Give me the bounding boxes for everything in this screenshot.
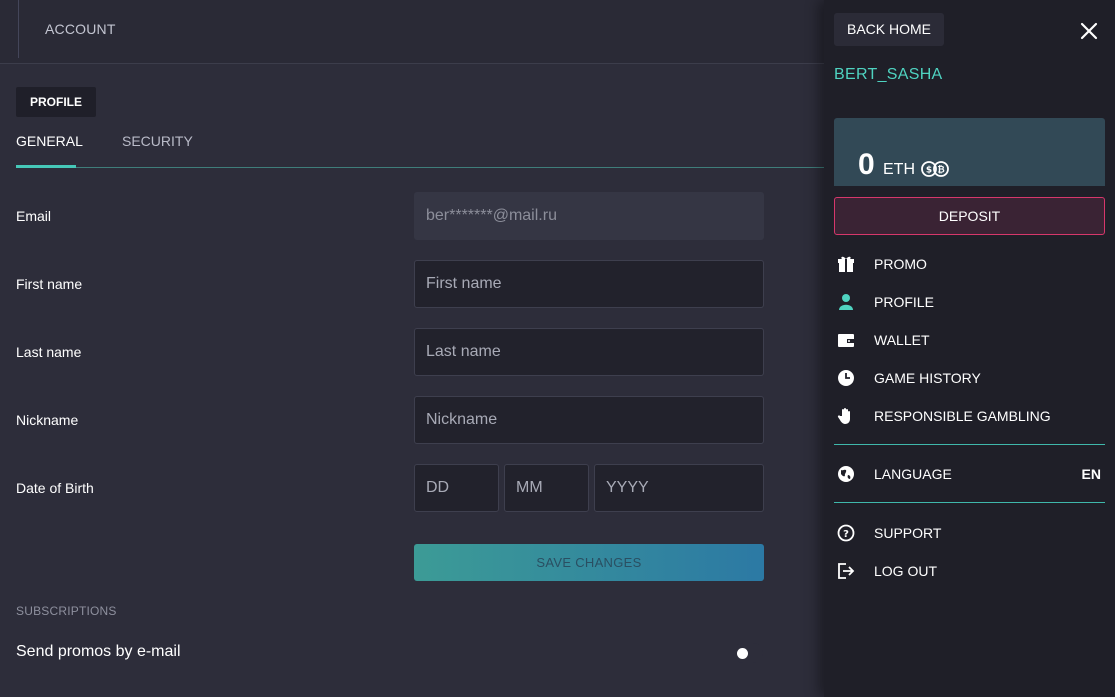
hand-icon <box>837 408 850 424</box>
menu-item-label: RESPONSIBLE GAMBLING <box>874 408 1051 424</box>
account-page: ACCOUNT PROFILE GENERAL SECURITY Email F… <box>0 0 824 697</box>
nickname-label: Nickname <box>16 412 79 428</box>
page-title: ACCOUNT <box>45 21 116 37</box>
dob-year-field[interactable] <box>594 464 764 512</box>
svg-text:?: ? <box>843 529 849 540</box>
menu-divider <box>834 444 1105 445</box>
nickname-field[interactable] <box>414 396 764 444</box>
wallet-icon <box>838 334 854 347</box>
menu-item-logout[interactable]: LOG OUT <box>834 557 1105 585</box>
close-icon[interactable] <box>1078 20 1100 42</box>
gift-icon <box>838 256 854 272</box>
menu-item-responsible-gambling[interactable]: RESPONSIBLE GAMBLING <box>834 402 1105 430</box>
help-circle-icon: ? <box>837 524 855 542</box>
dob-day-field[interactable] <box>414 464 499 512</box>
last-name-field[interactable] <box>414 328 764 376</box>
balance-card: 0 ETH $ ₿ <box>834 118 1105 186</box>
account-drawer: BACK HOME BERT_SASHA 0 ETH $ ₿ DEPOSIT P… <box>824 0 1115 697</box>
menu-item-wallet[interactable]: WALLET <box>834 326 1105 354</box>
menu-item-promo[interactable]: PROMO <box>834 250 1105 278</box>
language-value: EN <box>1081 466 1101 482</box>
header-divider <box>18 0 19 58</box>
menu-item-label: SUPPORT <box>874 525 942 541</box>
balance-currency: ETH <box>883 161 915 178</box>
subscriptions-heading: SUBSCRIPTIONS <box>16 604 117 618</box>
logout-icon <box>838 563 855 579</box>
active-tab-indicator <box>16 165 76 168</box>
back-home-button[interactable]: BACK HOME <box>834 13 945 46</box>
user-icon <box>839 294 853 310</box>
save-changes-button[interactable]: SAVE CHANGES <box>414 544 764 581</box>
promos-email-toggle[interactable] <box>733 643 763 663</box>
coins-icon[interactable]: $ ₿ <box>920 160 950 178</box>
username: BERT_SASHA <box>834 66 943 83</box>
dob-label: Date of Birth <box>16 480 94 496</box>
menu-item-label: PROFILE <box>874 294 934 310</box>
language-label: LANGUAGE <box>874 466 952 482</box>
last-name-label: Last name <box>16 344 82 360</box>
menu-item-label: PROMO <box>874 256 927 272</box>
email-label: Email <box>16 208 52 224</box>
promos-email-label: Send promos by e-mail <box>16 643 181 660</box>
tab-general[interactable]: GENERAL <box>16 133 83 149</box>
globe-icon <box>838 466 854 482</box>
toggle-knob <box>737 648 748 659</box>
profile-tabs: GENERAL SECURITY <box>16 131 824 168</box>
menu-item-label: LOG OUT <box>874 563 938 579</box>
svg-text:₿: ₿ <box>937 165 944 176</box>
menu-item-support[interactable]: ? SUPPORT <box>834 519 1105 547</box>
menu-item-label: WALLET <box>874 332 930 348</box>
menu-divider <box>834 502 1105 503</box>
menu-item-label: GAME HISTORY <box>874 370 981 386</box>
menu-item-language[interactable]: LANGUAGE EN <box>834 460 1105 488</box>
email-field <box>414 192 764 240</box>
balance-amount: 0 <box>858 148 875 181</box>
tab-security[interactable]: SECURITY <box>122 133 193 149</box>
dob-month-field[interactable] <box>504 464 589 512</box>
svg-text:$: $ <box>926 166 932 176</box>
clock-icon <box>838 370 854 386</box>
first-name-field[interactable] <box>414 260 764 308</box>
profile-section-badge: PROFILE <box>16 87 97 117</box>
menu-item-profile[interactable]: PROFILE <box>834 288 1105 316</box>
menu-item-game-history[interactable]: GAME HISTORY <box>834 364 1105 392</box>
deposit-button[interactable]: DEPOSIT <box>834 197 1105 235</box>
top-bar: ACCOUNT <box>0 0 824 64</box>
first-name-label: First name <box>16 276 83 292</box>
